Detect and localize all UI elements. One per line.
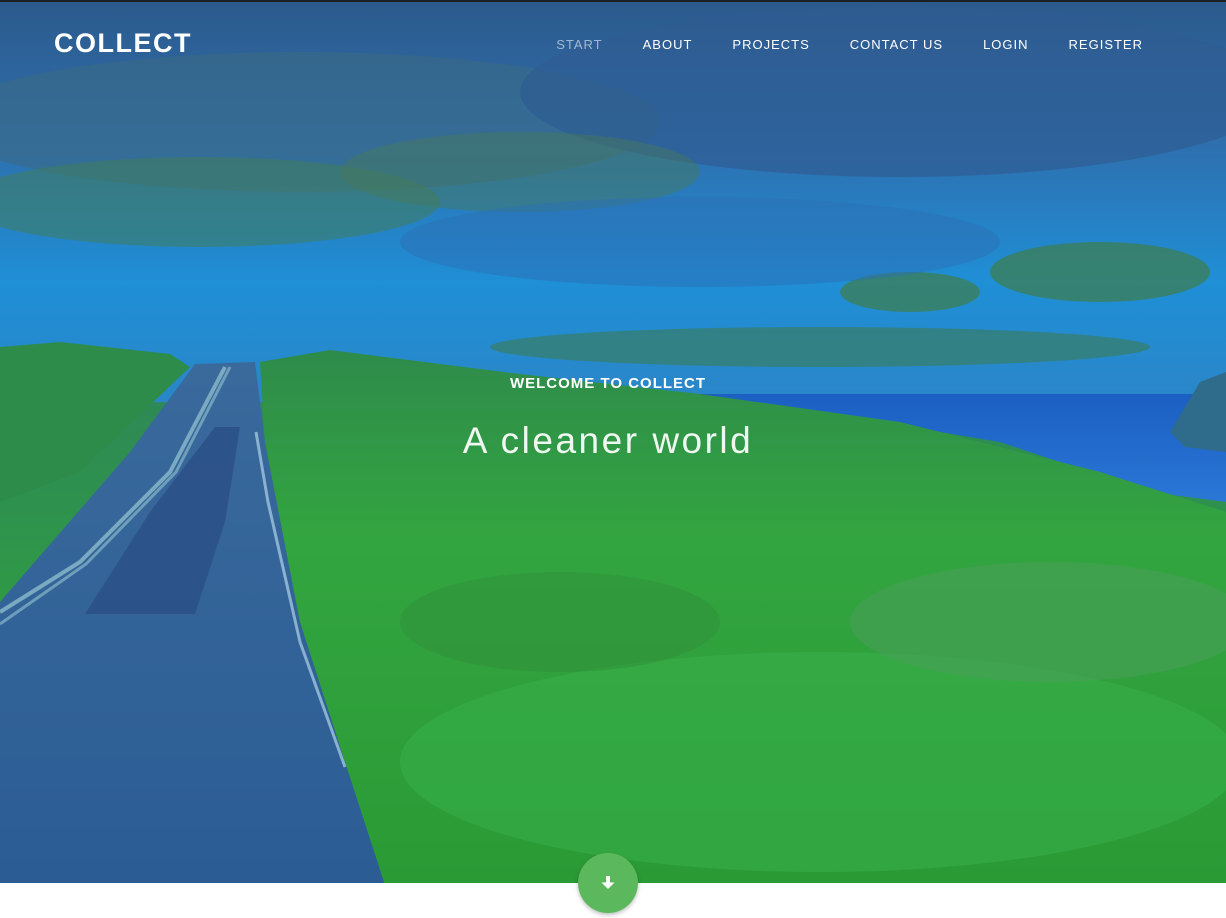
hero-heading: A cleaner world: [462, 420, 754, 461]
nav-link-start[interactable]: START: [556, 37, 602, 52]
hero-section: COLLECT START ABOUT PROJECTS CONTACT US …: [0, 0, 1226, 883]
nav-link-projects[interactable]: PROJECTS: [732, 37, 809, 52]
top-navbar: COLLECT START ABOUT PROJECTS CONTACT US …: [0, 2, 1226, 86]
brand-logo[interactable]: COLLECT: [54, 28, 192, 59]
nav-links: START ABOUT PROJECTS CONTACT US LOGIN RE…: [556, 36, 1143, 54]
nav-item-register: REGISTER: [1069, 36, 1143, 54]
nav-item-login: LOGIN: [983, 36, 1028, 54]
nav-link-register[interactable]: REGISTER: [1069, 37, 1143, 52]
nav-item-about: ABOUT: [643, 36, 693, 54]
scroll-down-button[interactable]: [578, 853, 638, 913]
hero-subheading: WELCOME TO COLLECT: [509, 375, 707, 392]
page: COLLECT START ABOUT PROJECTS CONTACT US …: [0, 0, 1226, 918]
nav-link-contact-us[interactable]: CONTACT US: [850, 37, 943, 52]
nav-item-contact-us: CONTACT US: [850, 36, 943, 54]
nav-link-login[interactable]: LOGIN: [983, 37, 1028, 52]
nav-item-projects: PROJECTS: [732, 36, 809, 54]
nav-item-start: START: [556, 36, 602, 54]
arrow-down-icon: [601, 876, 615, 889]
nav-link-about[interactable]: ABOUT: [643, 37, 693, 52]
